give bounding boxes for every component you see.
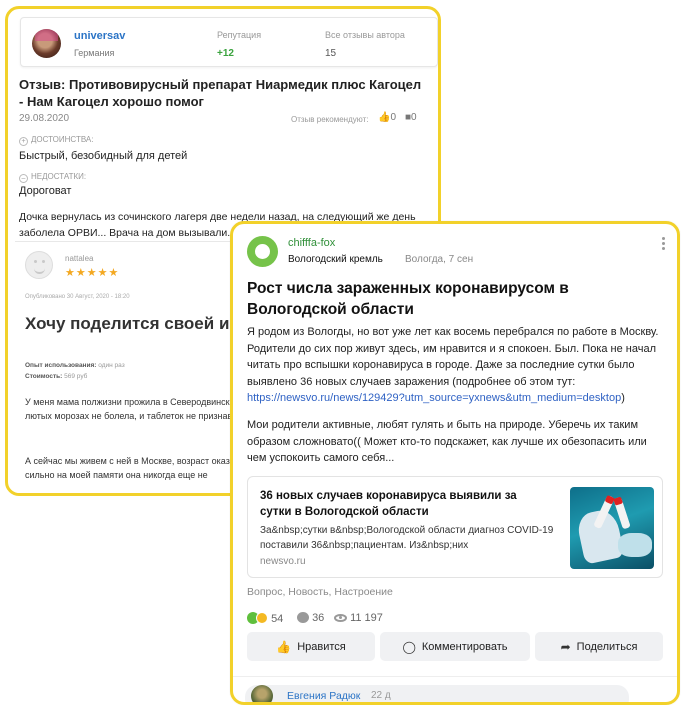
plus-icon: + — [19, 137, 28, 146]
comment-bubble-icon — [297, 612, 309, 623]
wow-emoji-icon — [256, 612, 268, 624]
post-link[interactable]: https://newsvo.ru/news/129429?utm_source… — [247, 392, 621, 404]
thumbs-up-icon: 👍 — [276, 639, 292, 654]
review-like-button[interactable]: 👍0 — [378, 112, 396, 123]
views-stat: 11 197 — [334, 612, 383, 624]
pros-text: Быстрый, безобидный для детей — [19, 150, 188, 162]
comment-preview: Евгения Радюк 22 д — [233, 676, 677, 702]
cons-text: Дороговат — [19, 185, 72, 197]
news-title[interactable]: 36 новых случаев коронавируса выявили за… — [260, 488, 550, 520]
post-text-1: Я родом из Вологды, но вот уже лет как в… — [247, 326, 659, 404]
eye-icon — [334, 614, 347, 622]
review-date: 29.08.2020 — [19, 113, 70, 124]
minus-icon: – — [19, 174, 28, 183]
post-tags[interactable]: Вопрос, Новость, Настроение — [247, 586, 393, 598]
news-site: newsvo.ru — [260, 556, 306, 567]
posted-date: Опубликовано 30 Август, 2020 - 18:20 — [25, 294, 130, 300]
author-username[interactable]: universav — [74, 30, 125, 42]
comment-count: 0 — [411, 112, 417, 123]
pros-label: + ДОСТОИНСТВА: — [19, 135, 93, 146]
share-button[interactable]: ➦ Поделиться — [535, 632, 663, 661]
commenter-avatar[interactable] — [251, 685, 273, 702]
share-arrow-icon: ➦ — [560, 639, 571, 654]
like-button[interactable]: 👍 Нравится — [247, 632, 375, 661]
news-description: За&nbsp;сутки в&nbsp;Вологодской области… — [260, 525, 554, 551]
reputation-label: Репутация — [217, 30, 262, 40]
news-thumbnail[interactable] — [570, 487, 654, 569]
news-link-card[interactable]: 36 новых случаев коронавируса выявили за… — [247, 476, 663, 578]
recommend-label: Отзыв рекомендуют: — [291, 115, 369, 124]
reactions-stat[interactable]: 54 — [247, 612, 283, 625]
post-title: Рост числа зараженных коронавирусом в Во… — [247, 280, 569, 318]
reputation-value: +12 — [217, 48, 234, 59]
all-reviews-label[interactable]: Все отзывы автора — [325, 30, 405, 40]
channel-logo[interactable] — [247, 236, 278, 267]
post-author[interactable]: chifffa-fox — [288, 237, 335, 249]
post-text-2: Мои родители активные, любят гулять и бы… — [247, 419, 647, 464]
author-country: Германия — [74, 48, 115, 58]
default-avatar-icon — [25, 251, 53, 279]
commenter-name[interactable]: Евгения Радюк — [287, 690, 360, 702]
post-location-time: Вологда, 7 сен — [405, 254, 474, 265]
comment-time: 22 д — [371, 690, 391, 701]
review-comment-button[interactable]: ■0 — [405, 112, 417, 123]
review-author-bar: universav Германия Репутация +12 Все отз… — [20, 17, 438, 67]
comment-icon: ◯ — [402, 639, 416, 654]
thumbs-up-icon: 👍 — [378, 112, 391, 123]
inner-username[interactable]: nattalea — [65, 254, 93, 263]
post-source[interactable]: Вологодский кремль — [288, 254, 383, 265]
comments-stat[interactable]: 36 — [297, 612, 324, 624]
all-reviews-count[interactable]: 15 — [325, 48, 336, 59]
like-count: 0 — [390, 112, 397, 123]
author-avatar[interactable] — [32, 29, 61, 58]
more-options-icon[interactable] — [660, 236, 666, 252]
cons-label: – НЕДОСТАТКИ: — [19, 172, 86, 183]
review-title: Отзыв: Противовирусный препарат Ниармеди… — [19, 77, 422, 109]
comment-button[interactable]: ◯ Комментировать — [380, 632, 530, 661]
usage-meta: Опыт использования: один раз — [25, 362, 125, 369]
rating-stars: ★★★★★ — [65, 267, 120, 279]
post-card: chifffa-fox Вологодский кремль Вологда, … — [230, 221, 680, 705]
cost-meta: Стоимость: 569 руб — [25, 373, 88, 380]
